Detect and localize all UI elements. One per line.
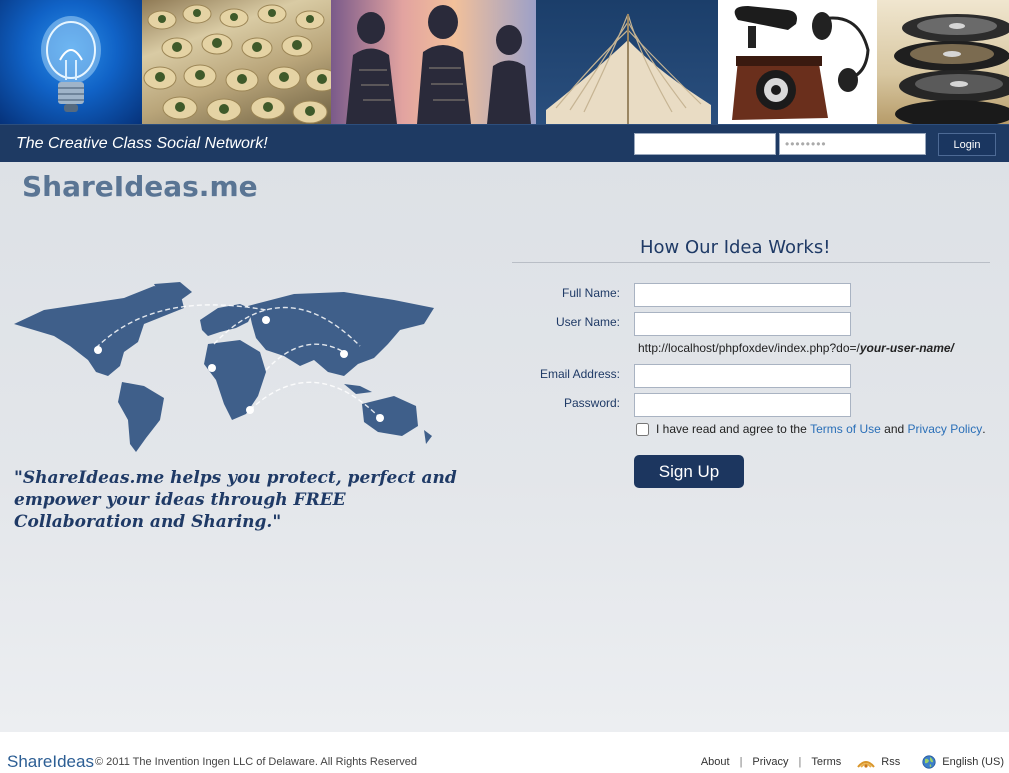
main-content: ShareIdeas.me "ShareIdeas.me helps you p…	[0, 162, 1009, 732]
appetizers-image	[142, 0, 331, 124]
book-image	[536, 0, 718, 124]
globe-icon	[922, 755, 936, 769]
login-button[interactable]: Login	[938, 133, 996, 156]
full-name-input[interactable]	[634, 283, 851, 307]
footer-link-terms[interactable]: Terms	[811, 756, 841, 768]
terms-agreement: I have read and agree to the Terms of Us…	[636, 422, 986, 436]
profile-url-placeholder: your-user-name/	[859, 341, 954, 355]
password-input[interactable]	[634, 393, 851, 417]
footer-separator: |	[739, 756, 743, 768]
telephone-image	[718, 0, 877, 124]
agree-text: I have read and agree to the	[656, 422, 807, 436]
full-name-label: Full Name:	[561, 286, 620, 300]
profile-url-prefix: http://localhost/phpfoxdev/index.php?do=…	[638, 341, 860, 355]
password-label: Password:	[563, 396, 620, 410]
rss-icon	[857, 756, 876, 768]
terms-of-use-link[interactable]: Terms of Use	[810, 422, 881, 436]
email-input[interactable]	[634, 364, 851, 388]
heading-divider	[512, 262, 990, 263]
footer: ShareIdeas © 2011 The Invention Ingen LL…	[0, 732, 1009, 773]
agree-end-text: .	[982, 422, 986, 436]
copyright-text: © 2011 The Invention Ingen LLC of Delawa…	[95, 756, 417, 768]
footer-link-about[interactable]: About	[701, 756, 730, 768]
film-reels-image	[877, 0, 1009, 124]
terms-checkbox[interactable]	[636, 422, 649, 436]
site-title: ShareIdeas.me	[22, 170, 258, 203]
signup-heading: How Our Idea Works!	[640, 237, 831, 258]
profile-url-hint: http://localhost/phpfoxdev/index.php?do=…	[638, 341, 954, 355]
footer-separator: |	[798, 756, 802, 768]
privacy-policy-link[interactable]: Privacy Policy	[908, 422, 983, 436]
tagline: The Creative Class Social Network!	[16, 135, 268, 152]
footer-links: About | Privacy | Terms Rss English (US)	[701, 755, 1004, 769]
email-label: Email Address:	[539, 367, 620, 381]
women-silhouettes-image	[331, 0, 536, 124]
user-name-input[interactable]	[634, 312, 851, 336]
header-banner	[0, 0, 1009, 124]
navbar: The Creative Class Social Network! Login	[0, 124, 1009, 162]
world-map-image	[4, 280, 444, 460]
login-password-input[interactable]	[779, 133, 926, 155]
lightbulb-image	[0, 0, 142, 124]
footer-logo[interactable]: ShareIdeas	[7, 752, 94, 772]
user-name-label: User Name:	[555, 315, 620, 329]
login-email-input[interactable]	[634, 133, 776, 155]
agree-and-text: and	[884, 422, 905, 436]
footer-link-privacy[interactable]: Privacy	[752, 756, 788, 768]
tagline-quote: "ShareIdeas.me helps you protect, perfec…	[14, 468, 457, 532]
sign-up-button[interactable]: Sign Up	[634, 455, 744, 488]
language-selector[interactable]: English (US)	[942, 756, 1004, 768]
footer-link-rss[interactable]: Rss	[881, 756, 900, 768]
